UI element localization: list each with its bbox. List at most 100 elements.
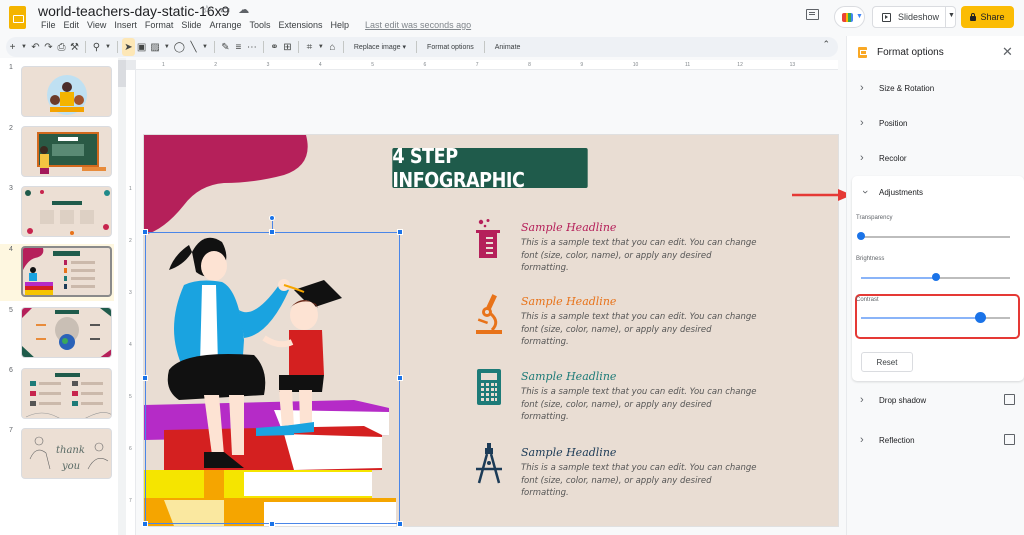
slide-canvas[interactable]: 4 STEP INFOGRAPHIC Sample Headline This … [144, 135, 838, 526]
section-label: Adjustments [879, 187, 924, 197]
ruler-tick-label: 5 [371, 62, 374, 68]
last-edit-link[interactable]: Last edit was seconds ago [361, 20, 475, 30]
slide-thumbnail-1[interactable] [21, 66, 112, 117]
section-size-rotation[interactable]: › Size & Rotation [847, 73, 1024, 103]
collapse-toolbar-icon[interactable]: ⌃ [822, 39, 830, 50]
drop-shadow-checkbox[interactable] [1004, 394, 1015, 405]
mask-dropdown-icon[interactable]: ▼ [316, 38, 326, 56]
crop-icon[interactable]: ⌗ [303, 38, 316, 56]
rotate-handle[interactable] [269, 215, 275, 221]
thumbnail-art [37, 132, 106, 174]
print-icon[interactable]: ⎙ [55, 38, 68, 56]
resize-handle-e[interactable] [397, 375, 403, 381]
divider [262, 41, 264, 53]
reset-image-icon[interactable]: ⌂ [326, 38, 339, 56]
horizontal-ruler[interactable]: 1 2 3 4 5 6 7 8 9 10 11 12 13 [136, 60, 838, 70]
undo-icon[interactable]: ↶ [29, 38, 42, 56]
close-icon[interactable]: ✕ [1002, 44, 1013, 60]
resize-handle-sw[interactable] [142, 521, 148, 527]
chevron-right-icon: › [860, 434, 864, 446]
textbox-icon[interactable]: ▣ [135, 38, 148, 56]
menu-file[interactable]: File [37, 20, 60, 30]
line-icon[interactable]: ╲ [187, 38, 200, 56]
replace-image-button[interactable]: Replace image ▾ [348, 43, 412, 51]
resize-handle-s[interactable] [269, 521, 275, 527]
border-color-icon[interactable]: ✎ [219, 38, 232, 56]
move-folder-icon[interactable]: ▭ [220, 3, 230, 16]
menu-view[interactable]: View [83, 20, 110, 30]
slides-logo-icon[interactable] [9, 6, 26, 29]
menu-tools[interactable]: Tools [245, 20, 274, 30]
ruler-tick-label: 2 [214, 62, 218, 68]
reset-button[interactable]: Reset [861, 352, 913, 372]
slider-knob[interactable] [931, 273, 940, 281]
resize-handle-ne[interactable] [397, 229, 403, 235]
decorative-blob [144, 135, 308, 235]
meet-button[interactable]: ▼ [834, 6, 865, 28]
reflection-checkbox[interactable] [1004, 434, 1015, 445]
teacher-student-illustration[interactable] [144, 230, 400, 526]
animate-button[interactable]: Animate [489, 44, 527, 51]
slide-thumbnail-2[interactable] [21, 126, 112, 177]
menu-help[interactable]: Help [327, 20, 354, 30]
menu-extensions[interactable]: Extensions [274, 20, 326, 30]
new-slide-icon[interactable]: + [6, 38, 19, 56]
new-slide-dropdown-icon[interactable]: ▼ [19, 38, 29, 56]
section-position[interactable]: › Position [847, 108, 1024, 138]
resize-handle-nw[interactable] [142, 229, 148, 235]
document-title[interactable]: world-teachers-day-static-16x9 [38, 3, 229, 19]
border-dash-icon[interactable]: ⋯ [245, 38, 259, 56]
vertical-ruler[interactable]: 1 2 3 4 5 6 7 [126, 70, 136, 535]
cloud-status-icon[interactable]: ☁ [238, 3, 249, 16]
filmstrip-scrollbar-thumb[interactable] [118, 60, 126, 87]
slide-thumbnail-3[interactable] [21, 186, 112, 237]
contrast-slider[interactable] [861, 311, 1010, 323]
zoom-dropdown-icon[interactable]: ▼ [103, 38, 113, 56]
slide-thumbnail-7[interactable]: thank you [21, 428, 112, 479]
image-dropdown-icon[interactable]: ▼ [162, 38, 172, 56]
share-button[interactable]: Share [961, 6, 1014, 28]
slide-thumbnail-5[interactable] [21, 307, 112, 358]
format-options-button[interactable]: Format options [421, 44, 480, 51]
section-recolor[interactable]: › Recolor [847, 143, 1024, 173]
menu-slide[interactable]: Slide [177, 20, 205, 30]
section-adjustments[interactable]: › Adjustments [847, 177, 1024, 207]
slideshow-icon [882, 12, 891, 22]
slide-title-banner[interactable]: 4 STEP INFOGRAPHIC [392, 144, 588, 192]
menu-insert[interactable]: Insert [110, 20, 141, 30]
slide-thumbnail-4[interactable] [21, 246, 112, 297]
slideshow-button[interactable]: Slideshow ▼ [872, 6, 956, 28]
redo-icon[interactable]: ↷ [42, 38, 55, 56]
border-weight-icon[interactable]: ≡ [232, 38, 245, 56]
resize-handle-se[interactable] [397, 521, 403, 527]
paint-format-icon[interactable]: ⚒ [68, 38, 81, 56]
insert-comment-icon[interactable]: ⊞ [281, 38, 294, 56]
slide-thumbnail-6[interactable] [21, 368, 112, 419]
resize-handle-w[interactable] [142, 375, 148, 381]
brightness-slider[interactable] [861, 273, 1010, 283]
step-item[interactable]: Sample Headline This is a sample text th… [474, 443, 834, 503]
menu-arrange[interactable]: Arrange [205, 20, 245, 30]
slideshow-dropdown-icon[interactable]: ▼ [948, 12, 955, 19]
step-item[interactable]: Sample Headline This is a sample text th… [474, 292, 834, 352]
star-icon[interactable]: ☆ [202, 3, 212, 16]
filmstrip-scrollbar[interactable] [118, 58, 126, 535]
section-reflection[interactable]: › Reflection [847, 425, 1024, 455]
divider [297, 41, 299, 53]
comment-history-icon[interactable] [806, 9, 819, 20]
step-item[interactable]: Sample Headline This is a sample text th… [474, 367, 834, 427]
transparency-slider[interactable] [857, 232, 1010, 242]
shape-icon[interactable]: ◯ [172, 38, 187, 56]
image-icon[interactable]: ▨ [148, 38, 161, 56]
resize-handle-n[interactable] [269, 229, 275, 235]
slider-knob[interactable] [974, 311, 986, 323]
menu-format[interactable]: Format [141, 20, 178, 30]
select-icon[interactable]: ➤ [121, 38, 135, 56]
line-dropdown-icon[interactable]: ▼ [200, 38, 210, 56]
link-icon[interactable]: ⚭ [268, 38, 281, 56]
menu-edit[interactable]: Edit [60, 20, 84, 30]
slider-knob[interactable] [857, 232, 865, 240]
zoom-icon[interactable]: ⚲ [90, 38, 103, 56]
step-item[interactable]: Sample Headline This is a sample text th… [474, 218, 834, 278]
section-drop-shadow[interactable]: › Drop shadow [847, 385, 1024, 415]
